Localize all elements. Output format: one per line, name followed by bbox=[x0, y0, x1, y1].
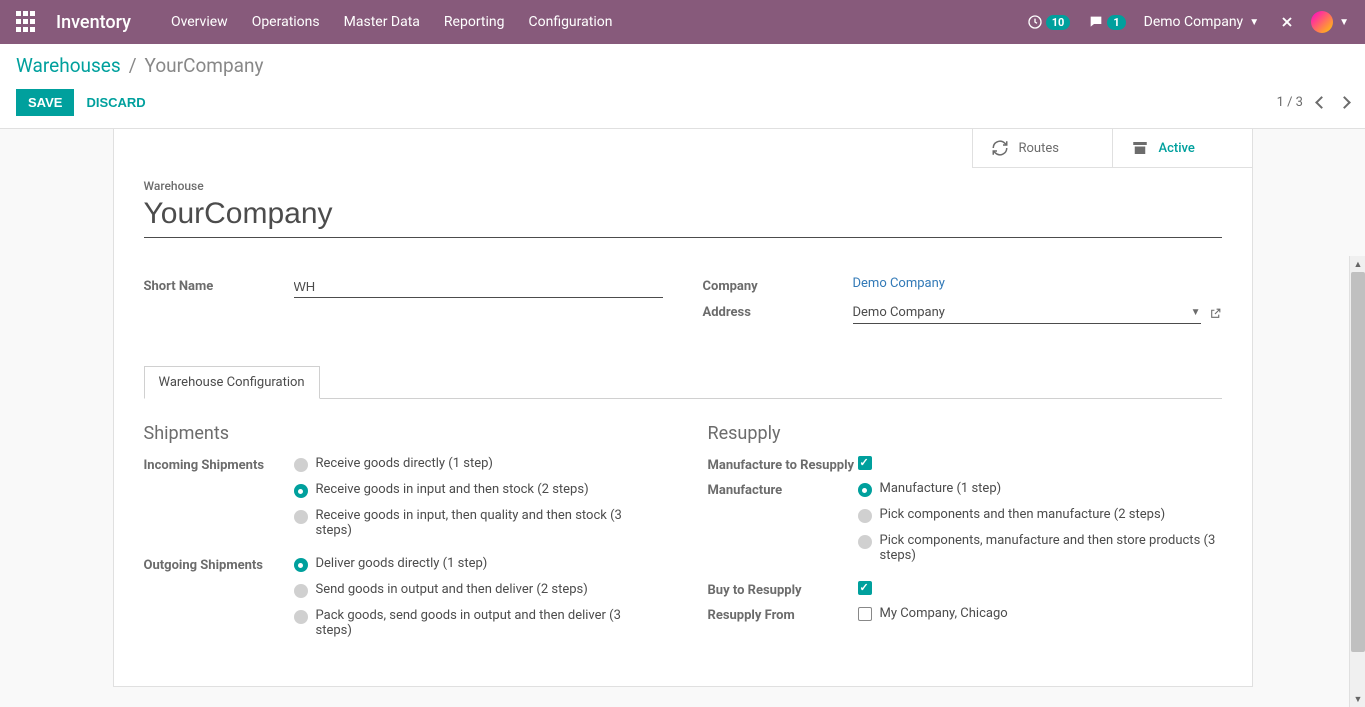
active-label: Active bbox=[1159, 141, 1195, 156]
outgoing-option-3[interactable]: Pack goods, send goods in output and the… bbox=[294, 608, 658, 638]
mfg-resupply-checkbox[interactable] bbox=[858, 456, 872, 470]
radio-icon bbox=[858, 483, 872, 497]
warehouse-name-label: Warehouse bbox=[144, 179, 1222, 193]
apps-icon[interactable] bbox=[16, 11, 38, 33]
activity-icon[interactable]: 10 bbox=[1027, 14, 1071, 30]
menu-overview[interactable]: Overview bbox=[171, 14, 228, 30]
form-sheet: Routes Active Warehouse Short Name bbox=[113, 129, 1253, 687]
routes-button[interactable]: Routes bbox=[972, 129, 1112, 168]
radio-icon bbox=[294, 510, 308, 524]
scroll-down-icon[interactable]: ▼ bbox=[1350, 691, 1365, 707]
refresh-icon bbox=[991, 139, 1009, 157]
manufacture-option-2[interactable]: Pick components and then manufacture (2 … bbox=[858, 507, 1222, 523]
tabs: Warehouse Configuration bbox=[144, 366, 1222, 399]
breadcrumb-sep: / bbox=[129, 54, 137, 77]
routes-label: Routes bbox=[1019, 141, 1059, 156]
chevron-down-icon: ▼ bbox=[1339, 17, 1349, 28]
outgoing-option-1[interactable]: Deliver goods directly (1 step) bbox=[294, 556, 658, 572]
checkbox-icon bbox=[858, 607, 872, 621]
company-label: Demo Company bbox=[1144, 14, 1244, 30]
short-name-label: Short Name bbox=[144, 276, 294, 298]
manufacture-option-3[interactable]: Pick components, manufacture and then st… bbox=[858, 533, 1222, 563]
tab-warehouse-config[interactable]: Warehouse Configuration bbox=[144, 366, 320, 399]
button-box: Routes Active bbox=[114, 129, 1252, 169]
chat-icon[interactable]: 1 bbox=[1088, 14, 1125, 30]
manufacture-label: Manufacture bbox=[708, 481, 858, 573]
menu-configuration[interactable]: Configuration bbox=[528, 14, 612, 30]
scrollbar[interactable]: ▲ ▼ bbox=[1349, 256, 1365, 707]
incoming-option-3[interactable]: Receive goods in input, then quality and… bbox=[294, 508, 658, 538]
resupply-title: Resupply bbox=[708, 423, 1222, 444]
address-select[interactable]: Demo Company bbox=[853, 302, 1183, 323]
radio-icon bbox=[294, 584, 308, 598]
resupply-from-option[interactable]: My Company, Chicago bbox=[858, 606, 1222, 621]
shipments-section: Shipments Incoming Shipments Receive goo… bbox=[144, 423, 658, 656]
activity-badge: 10 bbox=[1046, 15, 1071, 30]
top-navbar: Inventory Overview Operations Master Dat… bbox=[0, 0, 1365, 44]
menu-reporting[interactable]: Reporting bbox=[444, 14, 505, 30]
discard-button[interactable]: DISCARD bbox=[74, 89, 157, 116]
radio-icon bbox=[294, 558, 308, 572]
company-label: Company bbox=[703, 276, 853, 294]
save-button[interactable]: SAVE bbox=[16, 89, 74, 116]
breadcrumb-parent[interactable]: Warehouses bbox=[16, 54, 121, 77]
scroll-up-icon[interactable]: ▲ bbox=[1350, 256, 1365, 272]
address-label: Address bbox=[703, 302, 853, 324]
pager-text: 1 / 3 bbox=[1277, 95, 1303, 110]
external-link-icon[interactable] bbox=[1209, 307, 1222, 320]
pager-prev[interactable] bbox=[1315, 96, 1328, 109]
pager-next[interactable] bbox=[1338, 96, 1351, 109]
control-panel: Warehouses / YourCompany SAVE DISCARD 1 … bbox=[0, 44, 1365, 129]
incoming-shipments-label: Incoming Shipments bbox=[144, 456, 294, 548]
short-name-input[interactable] bbox=[294, 276, 663, 298]
incoming-option-2[interactable]: Receive goods in input and then stock (2… bbox=[294, 482, 658, 498]
buy-resupply-checkbox[interactable] bbox=[858, 581, 872, 595]
manufacture-option-1[interactable]: Manufacture (1 step) bbox=[858, 481, 1222, 497]
avatar bbox=[1311, 11, 1333, 33]
chevron-down-icon[interactable]: ▼ bbox=[1191, 307, 1201, 318]
pager: 1 / 3 bbox=[1277, 95, 1349, 110]
shipments-title: Shipments bbox=[144, 423, 658, 444]
radio-icon bbox=[294, 484, 308, 498]
menu-operations[interactable]: Operations bbox=[252, 14, 320, 30]
radio-icon bbox=[858, 535, 872, 549]
user-menu[interactable]: ▼ bbox=[1311, 11, 1349, 33]
app-brand[interactable]: Inventory bbox=[56, 12, 131, 33]
main-menu: Overview Operations Master Data Reportin… bbox=[171, 14, 613, 30]
debug-icon[interactable] bbox=[1277, 14, 1293, 30]
radio-icon bbox=[858, 509, 872, 523]
company-value[interactable]: Demo Company bbox=[853, 276, 945, 291]
resupply-from-label: Resupply From bbox=[708, 606, 858, 629]
radio-icon bbox=[294, 610, 308, 624]
menu-master-data[interactable]: Master Data bbox=[344, 14, 420, 30]
breadcrumb-current: YourCompany bbox=[145, 54, 264, 77]
resupply-section: Resupply Manufacture to Resupply Manufac… bbox=[708, 423, 1222, 656]
scroll-thumb[interactable] bbox=[1351, 272, 1365, 652]
breadcrumb: Warehouses / YourCompany bbox=[0, 44, 1365, 83]
outgoing-option-2[interactable]: Send goods in output and then deliver (2… bbox=[294, 582, 658, 598]
company-selector[interactable]: Demo Company ▼ bbox=[1144, 14, 1259, 30]
chevron-down-icon: ▼ bbox=[1249, 17, 1259, 28]
buy-resupply-label: Buy to Resupply bbox=[708, 581, 858, 598]
radio-icon bbox=[294, 458, 308, 472]
mfg-resupply-label: Manufacture to Resupply bbox=[708, 456, 858, 473]
active-button[interactable]: Active bbox=[1112, 129, 1252, 168]
warehouse-name-input[interactable] bbox=[144, 195, 1222, 238]
archive-icon bbox=[1131, 139, 1149, 157]
outgoing-shipments-label: Outgoing Shipments bbox=[144, 556, 294, 648]
chat-badge: 1 bbox=[1107, 15, 1125, 30]
incoming-option-1[interactable]: Receive goods directly (1 step) bbox=[294, 456, 658, 472]
